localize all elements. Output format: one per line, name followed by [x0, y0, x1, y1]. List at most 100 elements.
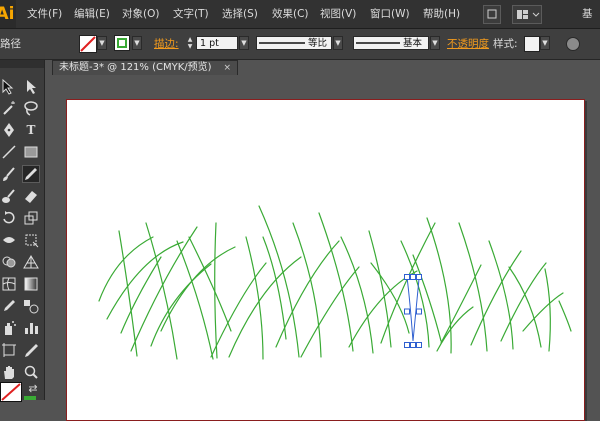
menu-window[interactable]: 窗口(W) [370, 0, 410, 28]
profile-label: 等比 [307, 38, 327, 49]
hand-tool[interactable] [0, 363, 18, 381]
width-tool[interactable] [0, 231, 18, 249]
bridge-icon [487, 9, 497, 19]
eyedropper-tool[interactable] [0, 297, 18, 315]
artboard-tool[interactable] [0, 341, 18, 359]
menu-select[interactable]: 选择(S) [222, 0, 258, 28]
direct-selection-tool[interactable] [22, 77, 40, 95]
magic-wand-tool[interactable] [0, 99, 18, 117]
pencil-tool[interactable] [22, 165, 40, 183]
stroke-weight-dropdown-arrow[interactable]: ▼ [239, 36, 249, 50]
width-icon [3, 237, 15, 243]
menu-effect[interactable]: 效果(C) [272, 0, 309, 28]
stroke-swatch[interactable] [114, 35, 130, 51]
stroke-color-indicator [117, 38, 127, 48]
fill-swatch[interactable] [79, 35, 97, 53]
column-graph-tool[interactable] [22, 319, 40, 337]
direct-selection-arrow-icon [27, 80, 36, 94]
gradient-tool[interactable] [22, 275, 40, 293]
stroke-dropdown-arrow[interactable]: ▼ [132, 36, 142, 50]
blend-icon [24, 300, 39, 314]
style-dropdown-arrow[interactable]: ▼ [540, 36, 550, 50]
blob-brush-tool[interactable] [0, 187, 18, 205]
line-segment-icon [2, 145, 16, 159]
artboard-icon [2, 343, 16, 357]
paintbrush-tool[interactable] [0, 165, 18, 183]
pencil-icon [25, 168, 37, 180]
no-fill-icon [1, 383, 21, 401]
blend-tool[interactable] [22, 297, 40, 315]
brush-line-icon [356, 42, 400, 44]
stroke-weight-stepper[interactable]: ▲ ▼ [185, 36, 195, 50]
mesh-tool[interactable] [0, 275, 18, 293]
rectangle-tool[interactable] [22, 143, 40, 161]
slice-tool[interactable] [22, 341, 40, 359]
arrange-documents-button[interactable] [512, 5, 542, 24]
stroke-weight-field[interactable]: 1 pt [196, 36, 238, 50]
rectangle-icon [24, 146, 38, 158]
magic-wand-icon [3, 101, 15, 115]
perspective-grid-tool[interactable] [22, 253, 40, 271]
brush-dropdown-arrow[interactable]: ▼ [430, 36, 440, 50]
shape-builder-icon [2, 256, 16, 268]
profile-dropdown-arrow[interactable]: ▼ [333, 36, 343, 50]
pen-tool[interactable] [0, 121, 18, 139]
profile-line-icon [259, 42, 305, 44]
close-icon[interactable]: × [223, 61, 231, 75]
artwork[interactable] [67, 100, 584, 402]
stroke-color-box[interactable] [24, 396, 36, 400]
no-fill-icon [80, 36, 96, 52]
menu-help[interactable]: 帮助(H) [423, 0, 460, 28]
style-label: 样式: [493, 38, 518, 50]
arrange-documents-icon [517, 10, 540, 19]
fill-dropdown-arrow[interactable]: ▼ [97, 36, 107, 50]
menu-edit[interactable]: 编辑(E) [74, 0, 110, 28]
eraser-tool[interactable] [22, 187, 40, 205]
eraser-icon [25, 191, 37, 203]
menu-file[interactable]: 文件(F) [27, 0, 62, 28]
fill-color-box[interactable] [0, 382, 22, 402]
selected-path[interactable] [404, 274, 422, 348]
rotate-tool[interactable] [0, 209, 18, 227]
selection-arrow-icon [2, 78, 14, 95]
mesh-icon [2, 277, 16, 291]
brush-label: 基本 [402, 38, 422, 49]
eyedropper-icon [4, 300, 15, 311]
selection-type-label: 路径 [0, 38, 21, 50]
line-segment-tool[interactable] [0, 143, 18, 161]
symbol-sprayer-tool[interactable] [0, 319, 18, 337]
stroke-label[interactable]: 描边: [154, 29, 179, 59]
menu-view[interactable]: 视图(V) [320, 0, 356, 28]
opacity-label[interactable]: 不透明度 [447, 29, 489, 59]
free-transform-icon [25, 234, 39, 248]
zoom-tool[interactable] [22, 363, 40, 381]
document-tab[interactable]: 未标题-3* @ 121% (CMYK/预览) × [52, 60, 238, 75]
control-bar: 路径 ▼ ▼ 描边: ▲ ▼ 1 pt ▼ 等比 ▼ 基本 ▼ 不透明度 样式: … [0, 29, 600, 60]
selection-tool[interactable] [0, 77, 18, 95]
zoom-icon [24, 365, 38, 379]
brush-definition[interactable]: 基本 [353, 36, 429, 50]
lasso-tool[interactable] [22, 99, 40, 117]
scale-tool[interactable] [22, 209, 40, 227]
variable-width-profile[interactable]: 等比 [256, 36, 332, 50]
app-logo: Ai [0, 0, 16, 28]
lasso-icon [24, 101, 38, 116]
document-tab-title: 未标题-3* @ 121% (CMYK/预览) [59, 62, 212, 73]
scale-icon [24, 211, 38, 225]
menu-type[interactable]: 文字(T) [173, 0, 209, 28]
menu-object[interactable]: 对象(O) [122, 0, 159, 28]
tools-panel: T ⇄ [0, 60, 45, 402]
artboard[interactable] [66, 99, 585, 421]
symbol-sprayer-icon [5, 321, 16, 335]
canvas-area[interactable] [45, 76, 600, 421]
gradient-icon [24, 277, 38, 291]
free-transform-tool[interactable] [22, 231, 40, 249]
slice-icon [25, 344, 38, 357]
recolor-artwork-icon[interactable] [566, 37, 580, 51]
tools-panel-grip[interactable] [0, 60, 44, 68]
column-graph-icon [25, 323, 38, 334]
type-tool[interactable]: T [22, 121, 40, 139]
bridge-button[interactable] [483, 5, 501, 24]
shape-builder-tool[interactable] [0, 253, 18, 271]
graphic-style-swatch[interactable] [524, 36, 540, 52]
